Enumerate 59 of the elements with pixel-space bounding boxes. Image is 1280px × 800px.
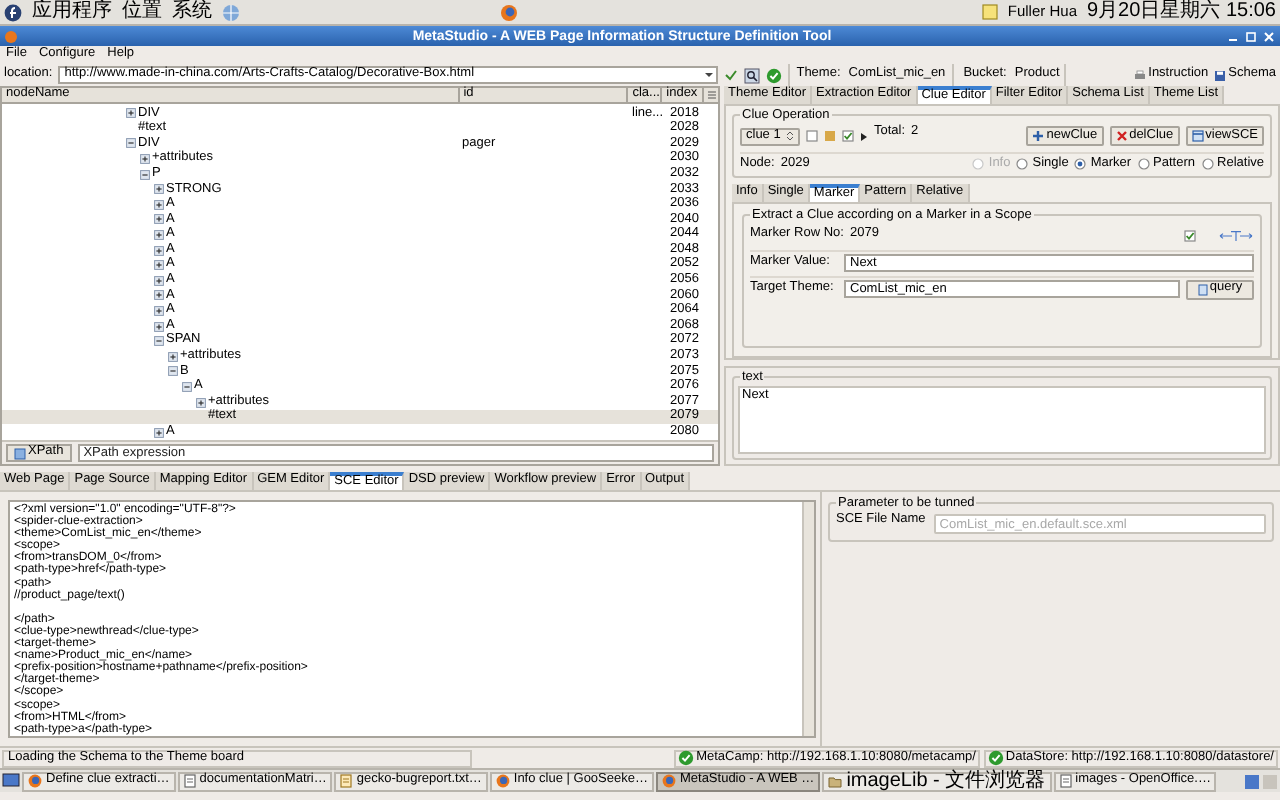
floppy-icon (1214, 69, 1227, 81)
code-editor[interactable] (8, 500, 816, 738)
collapse-toggle-icon[interactable] (154, 336, 164, 347)
expand-toggle-icon[interactable] (154, 275, 164, 286)
play-icon (860, 131, 868, 141)
radio-button[interactable] (1074, 158, 1087, 171)
close-icon (1115, 130, 1128, 142)
globe-icon (495, 774, 510, 788)
radio-button[interactable] (1016, 158, 1029, 171)
expand-toggle-icon[interactable] (126, 108, 136, 119)
collapse-toggle-icon[interactable] (140, 169, 150, 180)
plus-icon (1032, 130, 1045, 142)
document-icon (1197, 283, 1208, 295)
expand-toggle-icon[interactable] (196, 397, 206, 408)
folder-icon (828, 775, 843, 787)
expand-toggle-icon[interactable] (154, 427, 164, 438)
expand-toggle-icon[interactable] (154, 184, 164, 195)
expand-toggle-icon[interactable] (154, 290, 164, 301)
logo-icon[interactable] (4, 3, 22, 21)
browser-icon[interactable] (500, 3, 518, 21)
spinner-icon (786, 130, 794, 142)
collapse-toggle-icon[interactable] (126, 138, 136, 149)
checkbox[interactable] (1184, 229, 1196, 241)
expand-toggle-icon[interactable] (154, 321, 164, 332)
expand-toggle-icon[interactable] (140, 154, 150, 165)
expand-toggle-icon[interactable] (154, 245, 164, 256)
expand-toggle-icon[interactable] (168, 351, 178, 362)
document-icon (183, 774, 196, 788)
collapse-toggle-icon[interactable] (168, 366, 178, 377)
app-icon (4, 29, 18, 43)
expand-toggle-icon[interactable] (154, 214, 164, 225)
expand-toggle-icon[interactable] (154, 306, 164, 317)
desktop-icon[interactable] (2, 772, 20, 790)
expand-toggle-icon[interactable] (154, 199, 164, 210)
text-cursor-icon[interactable] (1218, 229, 1254, 241)
globe-icon (661, 774, 676, 788)
text-file-icon (340, 774, 353, 788)
status-check-icon (766, 67, 783, 83)
checkbox[interactable] (806, 130, 818, 142)
window-icon (1191, 130, 1204, 142)
printer-icon (1134, 69, 1147, 81)
search-icon[interactable] (744, 67, 761, 83)
document-icon (1059, 774, 1072, 788)
globe-icon (28, 774, 42, 788)
status-check-icon (678, 750, 695, 766)
expand-toggle-icon[interactable] (154, 230, 164, 241)
maximize-icon[interactable] (1244, 29, 1258, 43)
dropdown-arrow-icon[interactable] (702, 68, 717, 82)
taskbar-button[interactable]: imageLib - 文件浏览器 (822, 771, 1052, 791)
status-check-icon (987, 750, 1004, 766)
expand-toggle-icon[interactable] (154, 260, 164, 271)
checkbox[interactable] (842, 130, 854, 142)
check-icon[interactable] (724, 68, 739, 82)
collapse-toggle-icon[interactable] (182, 381, 192, 392)
close-icon[interactable] (1262, 29, 1276, 43)
radio-button[interactable] (1137, 158, 1150, 171)
radio-button[interactable] (1201, 158, 1214, 171)
scrollbar[interactable] (802, 502, 814, 736)
panel-menu[interactable]: 位置 (122, 0, 162, 24)
